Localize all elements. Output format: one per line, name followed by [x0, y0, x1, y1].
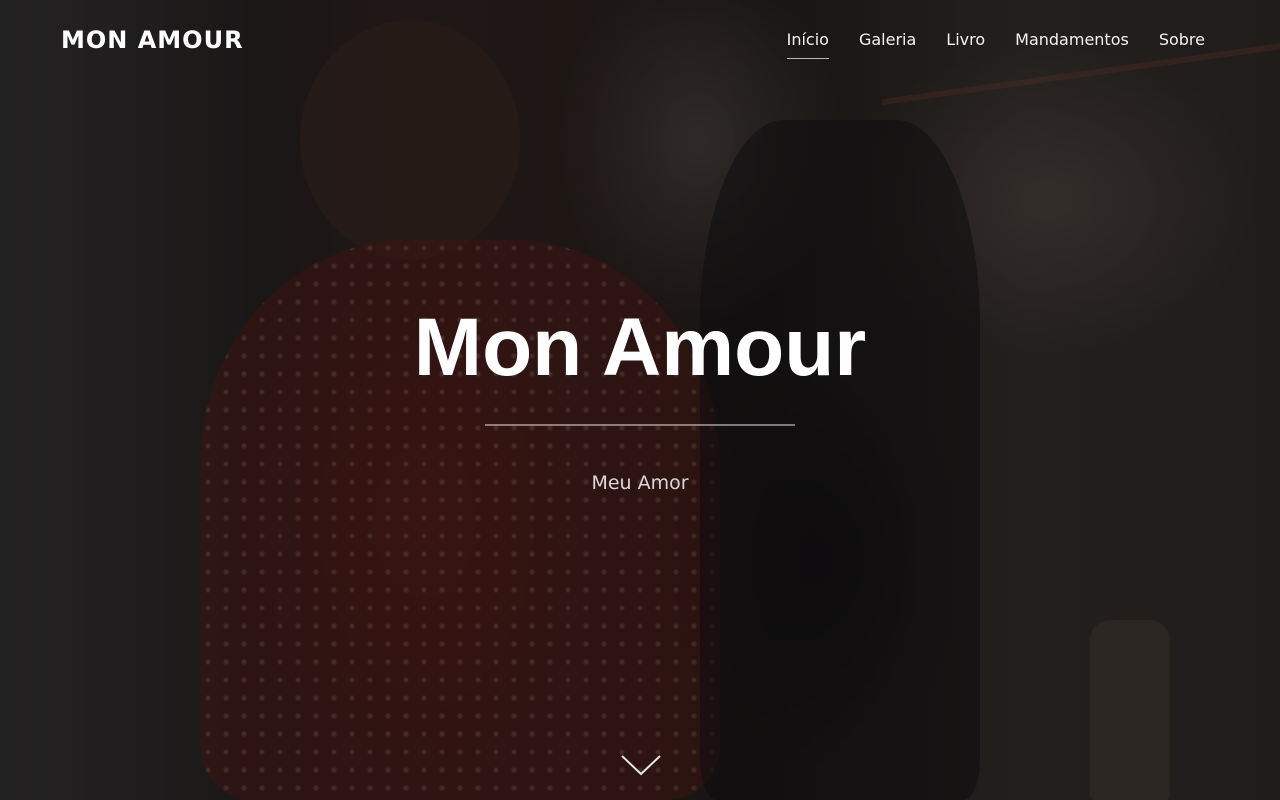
nav-item-mandamentos[interactable]: Mandamentos	[1015, 30, 1129, 59]
nav-item-sobre[interactable]: Sobre	[1159, 30, 1205, 59]
hero-subtitle: Meu Amor	[591, 472, 689, 494]
chevron-down-icon	[621, 755, 661, 776]
scroll-down-button[interactable]	[620, 752, 662, 780]
nav-item-livro[interactable]: Livro	[946, 30, 985, 59]
hero-title: Mon Amour	[413, 302, 867, 393]
site-header: MON AMOUR Início Galeria Livro Mandament…	[0, 0, 1280, 82]
nav-item-galeria[interactable]: Galeria	[859, 30, 916, 59]
site-logo[interactable]: MON AMOUR	[61, 26, 244, 54]
hero-section: MON AMOUR Início Galeria Livro Mandament…	[0, 0, 1280, 800]
hero-content: Mon Amour Meu Amor	[0, 300, 1280, 494]
main-nav: Início Galeria Livro Mandamentos Sobre	[786, 30, 1205, 59]
hero-divider	[485, 424, 795, 426]
nav-item-inicio[interactable]: Início	[786, 30, 830, 59]
